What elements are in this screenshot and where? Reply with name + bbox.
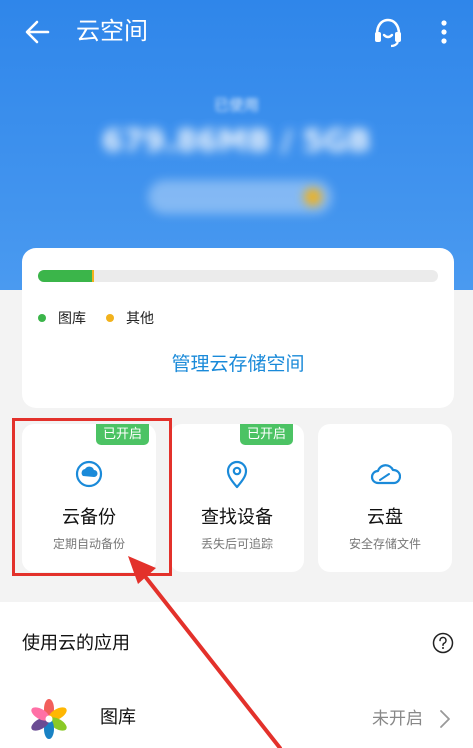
app-status: 未开启 bbox=[372, 709, 423, 729]
more-vertical-icon[interactable] bbox=[432, 14, 456, 50]
manage-storage-button[interactable]: 管理云存储空间 bbox=[22, 350, 454, 378]
storage-used-value: 679.86MB / 5GB bbox=[102, 124, 371, 159]
location-pin-icon bbox=[226, 460, 248, 489]
legend-dot-icon bbox=[38, 314, 46, 322]
legend-dot-icon bbox=[106, 314, 114, 322]
gallery-flower-icon bbox=[31, 699, 67, 739]
headset-icon[interactable] bbox=[370, 14, 406, 50]
status-badge: 已开启 bbox=[240, 424, 294, 445]
section-title: 使用云的应用 bbox=[22, 633, 130, 654]
page-title: 云空间 bbox=[76, 17, 148, 45]
progress-gallery-segment bbox=[38, 270, 92, 282]
feature-subtitle: 丢失后可追踪 bbox=[200, 537, 273, 551]
help-circle-icon[interactable] bbox=[432, 632, 454, 654]
legend-item-other: 其他 bbox=[106, 308, 154, 328]
feature-title: 云盘 bbox=[367, 507, 403, 528]
feature-subtitle: 安全存储文件 bbox=[348, 537, 421, 551]
app-name: 图库 bbox=[100, 707, 136, 728]
legend-label: 图库 bbox=[58, 311, 86, 327]
top-bar: 云空间 bbox=[0, 0, 473, 64]
list-item-gallery[interactable]: 图库 未开启 bbox=[0, 694, 473, 748]
annotation-highlight-box bbox=[12, 418, 172, 576]
storage-progress-bar bbox=[38, 270, 438, 282]
upgrade-button[interactable] bbox=[148, 180, 332, 214]
apps-section: 使用云的应用 图库 未开启 bbox=[0, 602, 473, 748]
storage-card: 图库 其他 管理云存储空间 bbox=[22, 248, 454, 408]
legend-item-gallery: 图库 bbox=[38, 308, 86, 328]
chevron-right-icon bbox=[440, 710, 450, 728]
storage-used-label: 已使用 bbox=[213, 96, 259, 114]
cloud-drive-icon bbox=[370, 464, 401, 485]
legend-label: 其他 bbox=[126, 311, 154, 327]
storage-legend: 图库 其他 bbox=[38, 308, 174, 328]
feature-card-find-device[interactable]: 已开启 查找设备 丢失后可追踪 bbox=[170, 424, 304, 572]
progress-other-segment bbox=[92, 270, 94, 282]
feature-title: 查找设备 bbox=[201, 507, 273, 528]
arrow-left-icon[interactable] bbox=[20, 14, 56, 50]
feature-card-cloud-drive[interactable]: 云盘 安全存储文件 bbox=[318, 424, 452, 572]
